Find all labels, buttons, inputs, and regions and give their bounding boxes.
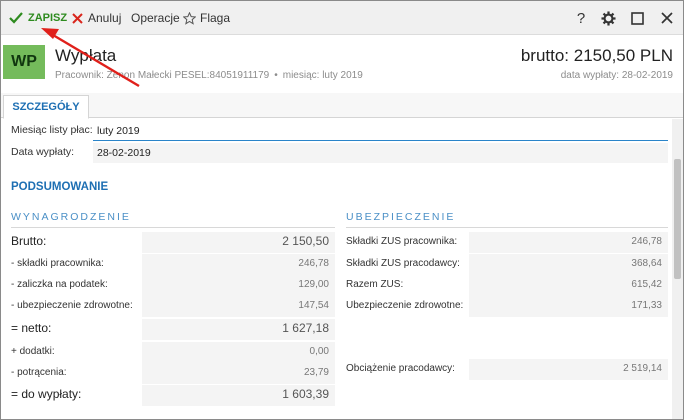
close-window-button[interactable] <box>657 8 677 28</box>
insurance-row-value: 368,64 <box>469 254 668 275</box>
pay-date-info: data wypłaty: 28-02-2019 <box>560 70 673 81</box>
insurance-heading: UBEZPIECZENIE <box>346 211 456 223</box>
month-field-label: Miesiąc listy płac: <box>11 124 93 136</box>
document-type-badge: WP <box>3 45 45 79</box>
vertical-scrollbar[interactable] <box>672 119 683 419</box>
summary-title: PODSUMOWANIE <box>11 181 109 193</box>
insurance-row-label: Składki ZUS pracodawcy: <box>346 258 460 269</box>
salary-row-value: 23,79 <box>142 363 335 384</box>
salary-row-value: 2 150,50 <box>142 232 335 253</box>
help-button[interactable]: ? <box>571 8 591 28</box>
pay-date-row: Data wypłaty: <box>1 142 671 164</box>
operations-menu[interactable]: Operacje <box>131 9 180 27</box>
salary-heading: WYNAGRODZENIE <box>11 211 131 223</box>
salary-row-value: 246,78 <box>142 254 335 275</box>
details-panel: Miesiąc listy płac: Data wypłaty: PODSUM… <box>1 119 671 419</box>
payslip-window: ZAPISZ Anuluj Operacje Flaga ? WP Wypłat… <box>0 0 684 420</box>
insurance-row-label: Obciążenie pracodawcy: <box>346 363 455 374</box>
insurance-row: Obciążenie pracodawcy: 2 519,14 <box>346 359 668 380</box>
salary-row-label: + dodatki: <box>11 346 55 357</box>
salary-row: Brutto: 2 150,50 <box>11 232 335 253</box>
insurance-row: Składki ZUS pracodawcy: 368,64 <box>346 254 668 275</box>
save-label: ZAPISZ <box>28 12 68 24</box>
subtitle-separator: • <box>274 70 278 81</box>
maximize-button[interactable] <box>627 8 647 28</box>
document-title: Wypłata <box>55 46 117 65</box>
maximize-icon <box>630 11 644 25</box>
salary-row-label: - potrącenia: <box>11 367 67 378</box>
tab-strip: SZCZEGÓŁY <box>1 93 683 119</box>
save-button[interactable]: ZAPISZ <box>9 9 67 27</box>
insurance-row-value: 615,42 <box>469 275 668 296</box>
insurance-row: Składki ZUS pracownika: 246,78 <box>346 232 668 253</box>
close-x-icon <box>72 12 83 24</box>
salary-row-label: - ubezpieczenie zdrowotne: <box>11 300 133 311</box>
salary-row: - ubezpieczenie zdrowotne: 147,54 <box>11 296 335 317</box>
salary-row-label: = netto: <box>11 321 52 335</box>
gear-icon <box>600 10 616 26</box>
insurance-divider <box>346 227 668 228</box>
salary-row-value: 1 603,39 <box>142 385 335 406</box>
settings-button[interactable] <box>598 8 618 28</box>
cancel-button[interactable]: Anuluj <box>72 9 121 27</box>
star-icon <box>183 11 196 25</box>
salary-row: = do wypłaty: 1 603,39 <box>11 385 335 406</box>
salary-row-label: - zaliczka na podatek: <box>11 279 108 290</box>
insurance-row-label: Składki ZUS pracownika: <box>346 236 458 247</box>
salary-row-label: Brutto: <box>11 234 47 248</box>
brutto-total: brutto: 2150,50 PLN <box>520 46 673 65</box>
flag-button[interactable]: Flaga <box>183 9 230 27</box>
document-subtitle: Pracownik: Zenon Małecki PESEL:840519111… <box>55 70 363 81</box>
salary-row-value: 129,00 <box>142 275 335 296</box>
month-row: Miesiąc listy płac: <box>1 120 671 142</box>
scrollbar-thumb[interactable] <box>674 159 681 279</box>
salary-divider <box>11 227 335 228</box>
salary-row: - składki pracownika: 246,78 <box>11 254 335 275</box>
salary-row: = netto: 1 627,18 <box>11 319 335 340</box>
month-info: miesiąc: luty 2019 <box>282 70 363 81</box>
salary-row-value: 147,54 <box>142 296 335 317</box>
operations-label: Operacje <box>131 11 180 25</box>
checkmark-icon <box>9 12 23 24</box>
salary-row-value: 1 627,18 <box>142 319 335 340</box>
salary-row: + dodatki: 0,00 <box>11 342 335 363</box>
salary-row-value: 0,00 <box>142 342 335 363</box>
insurance-row: Ubezpieczenie zdrowotne: 171,33 <box>346 296 668 317</box>
insurance-row-value: 2 519,14 <box>469 359 668 380</box>
insurance-row-label: Razem ZUS: <box>346 279 404 290</box>
tab-details[interactable]: SZCZEGÓŁY <box>3 95 89 119</box>
help-icon: ? <box>576 9 586 27</box>
pay-date-field-label: Data wypłaty: <box>11 146 75 158</box>
insurance-row-label: Ubezpieczenie zdrowotne: <box>346 300 464 311</box>
month-field[interactable] <box>93 121 668 141</box>
pay-date-field[interactable] <box>93 143 668 163</box>
close-icon <box>661 12 673 24</box>
salary-row-label: - składki pracownika: <box>11 258 104 269</box>
salary-row-label: = do wypłaty: <box>11 387 82 401</box>
insurance-row-value: 171,33 <box>469 296 668 317</box>
document-header: WP Wypłata Pracownik: Zenon Małecki PESE… <box>1 35 683 93</box>
salary-row: - potrącenia: 23,79 <box>11 363 335 384</box>
employee-info: Pracownik: Zenon Małecki PESEL:840519111… <box>55 70 270 81</box>
salary-row: - zaliczka na podatek: 129,00 <box>11 275 335 296</box>
toolbar: ZAPISZ Anuluj Operacje Flaga ? <box>1 1 683 35</box>
flag-label: Flaga <box>200 11 231 25</box>
insurance-row-value: 246,78 <box>469 232 668 253</box>
cancel-label: Anuluj <box>88 11 122 25</box>
insurance-row: Razem ZUS: 615,42 <box>346 275 668 296</box>
